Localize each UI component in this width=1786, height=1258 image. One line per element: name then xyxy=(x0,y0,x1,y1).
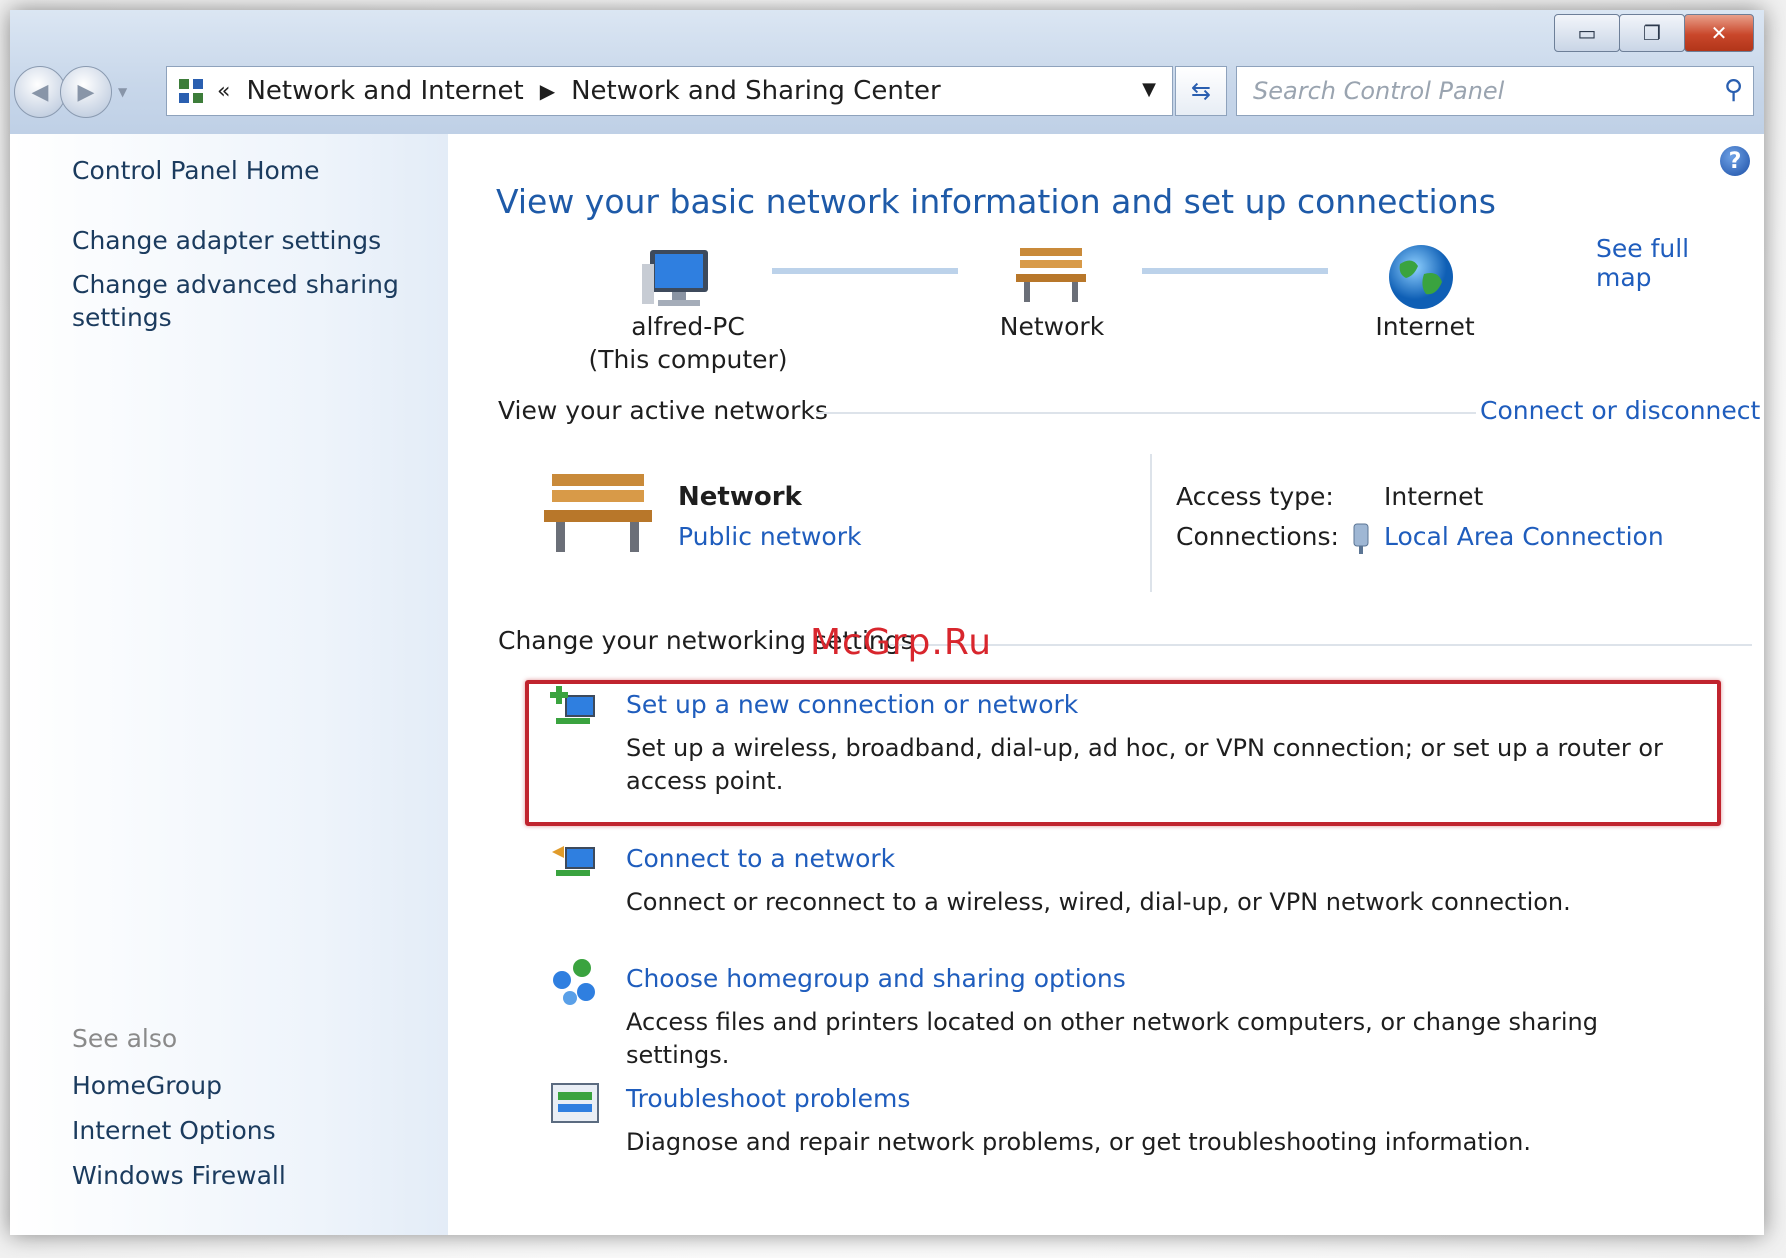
sidebar-windows-firewall[interactable]: Windows Firewall xyxy=(72,1159,286,1192)
sidebar-change-advanced-sharing[interactable]: Change advanced sharing settings xyxy=(72,268,402,334)
sidebar-control-panel-home[interactable]: Control Panel Home xyxy=(72,154,320,187)
refresh-icon: ⇆ xyxy=(1190,77,1212,105)
map-computer-label[interactable]: alfred-PC (This computer) xyxy=(570,310,806,376)
control-panel-icon xyxy=(177,77,205,105)
navigation-buttons: ◀ ▶ ▼ xyxy=(14,66,127,118)
bench-network-icon xyxy=(1016,248,1086,302)
restore-button[interactable]: ❐ xyxy=(1619,14,1685,52)
see-full-map-link[interactable]: See full map xyxy=(1596,234,1746,292)
minimize-button[interactable]: ▭ xyxy=(1554,14,1620,52)
ethernet-adapter-icon xyxy=(1353,523,1369,554)
title-bar: ▭ ❐ ✕ ◀ ▶ ▼ « Network and Internet ▶ Net… xyxy=(10,10,1764,134)
close-button[interactable]: ✕ xyxy=(1684,14,1754,52)
map-internet-label[interactable]: Internet xyxy=(1350,310,1500,343)
map-link-line xyxy=(1142,268,1328,274)
address-dropdown-icon[interactable]: ▼ xyxy=(1142,79,1156,100)
control-panel-window: ▭ ❐ ✕ ◀ ▶ ▼ « Network and Internet ▶ Net… xyxy=(10,10,1764,1235)
public-network-link[interactable]: Public network xyxy=(678,522,861,551)
divider xyxy=(816,412,1476,414)
map-link-line xyxy=(772,268,958,274)
breadcrumb-overflow[interactable]: « xyxy=(217,79,230,104)
bench-network-large-icon xyxy=(544,474,652,552)
computer-name: alfred-PC xyxy=(631,312,745,341)
computer-icon xyxy=(642,250,708,306)
connections-label: Connections: xyxy=(1176,522,1339,551)
breadcrumb-separator-icon[interactable]: ▶ xyxy=(540,79,555,103)
address-bar[interactable]: « Network and Internet ▶ Network and Sha… xyxy=(166,66,1173,116)
search-icon[interactable]: ⚲ xyxy=(1724,75,1743,105)
sidebar: Control Panel Home Change adapter settin… xyxy=(10,134,448,1235)
task-setup-new-connection-desc: Set up a wireless, broadband, dial-up, a… xyxy=(626,734,1663,795)
computer-subtitle: (This computer) xyxy=(588,345,788,374)
task-troubleshoot[interactable]: Troubleshoot problems xyxy=(626,1084,910,1113)
new-connection-icon xyxy=(550,686,595,724)
page-title: View your basic network information and … xyxy=(496,182,1496,221)
divider xyxy=(890,644,1752,646)
troubleshoot-icon xyxy=(551,1083,599,1123)
sidebar-change-adapter-settings[interactable]: Change adapter settings xyxy=(72,224,381,257)
breadcrumb-network-and-sharing-center[interactable]: Network and Sharing Center xyxy=(571,76,941,106)
back-arrow-icon: ◀ xyxy=(31,79,49,105)
divider-vertical xyxy=(1150,454,1152,592)
forward-arrow-icon: ▶ xyxy=(77,79,95,105)
recent-pages-dropdown[interactable]: ▼ xyxy=(118,85,127,99)
task-homegroup-sharing[interactable]: Choose homegroup and sharing options xyxy=(626,964,1126,993)
see-also-heading: See also xyxy=(72,1024,178,1053)
connect-or-disconnect-link[interactable]: Connect or disconnect xyxy=(1480,396,1760,425)
task-connect-to-network-desc: Connect or reconnect to a wireless, wire… xyxy=(626,888,1571,916)
task-troubleshoot-desc: Diagnose and repair network problems, or… xyxy=(626,1128,1531,1156)
task-setup-new-connection[interactable]: Set up a new connection or network xyxy=(626,690,1078,719)
sidebar-internet-options[interactable]: Internet Options xyxy=(72,1114,276,1147)
access-type-label: Access type: xyxy=(1176,482,1334,511)
access-type-value: Internet xyxy=(1384,482,1484,511)
active-network-name: Network xyxy=(678,482,802,512)
homegroup-icon xyxy=(553,959,595,1005)
globe-internet-icon xyxy=(1389,245,1453,309)
map-network-label[interactable]: Network xyxy=(970,310,1134,343)
help-icon[interactable]: ? xyxy=(1720,146,1750,176)
watermark: McGrp.Ru xyxy=(810,622,993,663)
sidebar-homegroup[interactable]: HomeGroup xyxy=(72,1069,222,1102)
search-placeholder: Search Control Panel xyxy=(1253,77,1505,105)
search-input[interactable]: Search Control Panel ⚲ xyxy=(1236,66,1754,116)
breadcrumb-network-and-internet[interactable]: Network and Internet xyxy=(246,76,523,106)
connect-network-icon xyxy=(552,846,595,876)
forward-button[interactable]: ▶ xyxy=(60,66,112,118)
window-controls: ▭ ❐ ✕ xyxy=(1554,14,1754,52)
back-button[interactable]: ◀ xyxy=(14,66,66,118)
task-homegroup-sharing-desc: Access files and printers located on oth… xyxy=(626,1008,1598,1069)
local-area-connection-link[interactable]: Local Area Connection xyxy=(1384,522,1664,551)
active-networks-heading: View your active networks xyxy=(498,396,828,425)
refresh-button[interactable]: ⇆ xyxy=(1175,66,1227,116)
task-connect-to-network[interactable]: Connect to a network xyxy=(626,844,895,873)
